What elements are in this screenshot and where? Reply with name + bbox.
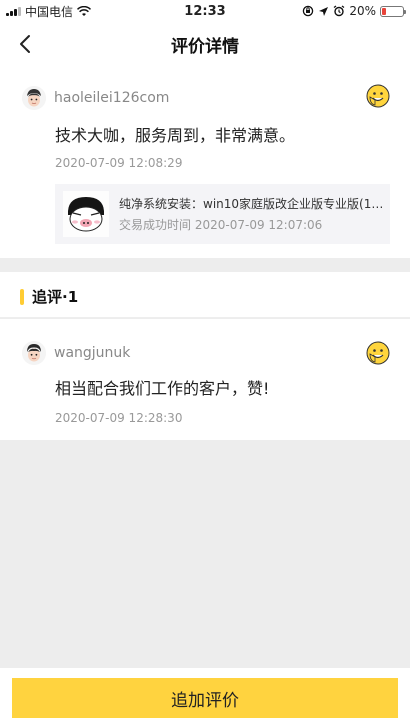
battery-icon <box>380 5 406 17</box>
status-right: 20% <box>302 4 406 18</box>
bottom-bar: 追加评价 <box>0 668 410 728</box>
order-meta-time: 2020-07-09 12:07:06 <box>194 218 323 232</box>
followup-card: wangjunuk 相当配合我们工作的客户，赞! 2020-07-09 12:2… <box>0 319 410 440</box>
review-text: 技术大咖，服务周到，非常满意。 <box>55 126 296 145</box>
followup-time: 2020-07-09 12:28:30 <box>55 411 183 425</box>
order-thumbnail <box>63 191 109 237</box>
battery-level <box>382 7 386 15</box>
order-meta-label: 交易成功时间 <box>119 218 192 232</box>
status-bar: 中国电信 12:33 20% <box>0 0 410 22</box>
order-title: 纯净系统安装：win10家庭版改企业版专业版(170... <box>119 197 382 211</box>
location-icon <box>319 6 329 16</box>
followup-title-wrap: 追评·1 <box>20 286 78 307</box>
back-icon[interactable] <box>14 32 38 56</box>
order-info: 纯净系统安装：win10家庭版改企业版专业版(170... 交易成功时间 202… <box>119 195 382 233</box>
avatar[interactable] <box>22 341 46 365</box>
smile-emoji-icon <box>366 84 390 108</box>
page-title: 评价详情 <box>171 36 239 57</box>
followup-user-row: wangjunuk <box>22 341 130 365</box>
order-summary[interactable]: 纯净系统安装：win10家庭版改企业版专业版(170... 交易成功时间 202… <box>55 184 390 244</box>
followup-username: wangjunuk <box>54 345 131 361</box>
followup-text: 相当配合我们工作的客户，赞! <box>55 379 270 398</box>
followup-title: 追评·1 <box>32 288 79 306</box>
nav-bar: 评价详情 <box>0 22 410 66</box>
add-review-button[interactable]: 追加评价 <box>12 678 398 718</box>
review-user-row: haoleilei126com <box>22 86 169 110</box>
order-meta: 交易成功时间 2020-07-09 12:07:06 <box>119 216 382 233</box>
followup-section-header: 追评·1 <box>0 272 410 318</box>
alarm-icon <box>333 5 345 17</box>
signal-icon <box>6 6 21 16</box>
rotation-lock-icon <box>303 5 314 17</box>
review-time: 2020-07-09 12:08:29 <box>55 156 183 170</box>
battery-percent: 20% <box>349 4 376 18</box>
wifi-icon <box>77 5 92 16</box>
carrier-label: 中国电信 <box>25 4 74 19</box>
smile-emoji-icon <box>366 341 390 365</box>
review-username: haoleilei126com <box>54 90 170 106</box>
status-left: 中国电信 <box>6 3 92 20</box>
followup-accent-bar <box>20 288 24 305</box>
avatar[interactable] <box>22 86 46 110</box>
review-card: haoleilei126com 技术大咖，服务周到，非常满意。 2020-07-… <box>0 66 410 258</box>
